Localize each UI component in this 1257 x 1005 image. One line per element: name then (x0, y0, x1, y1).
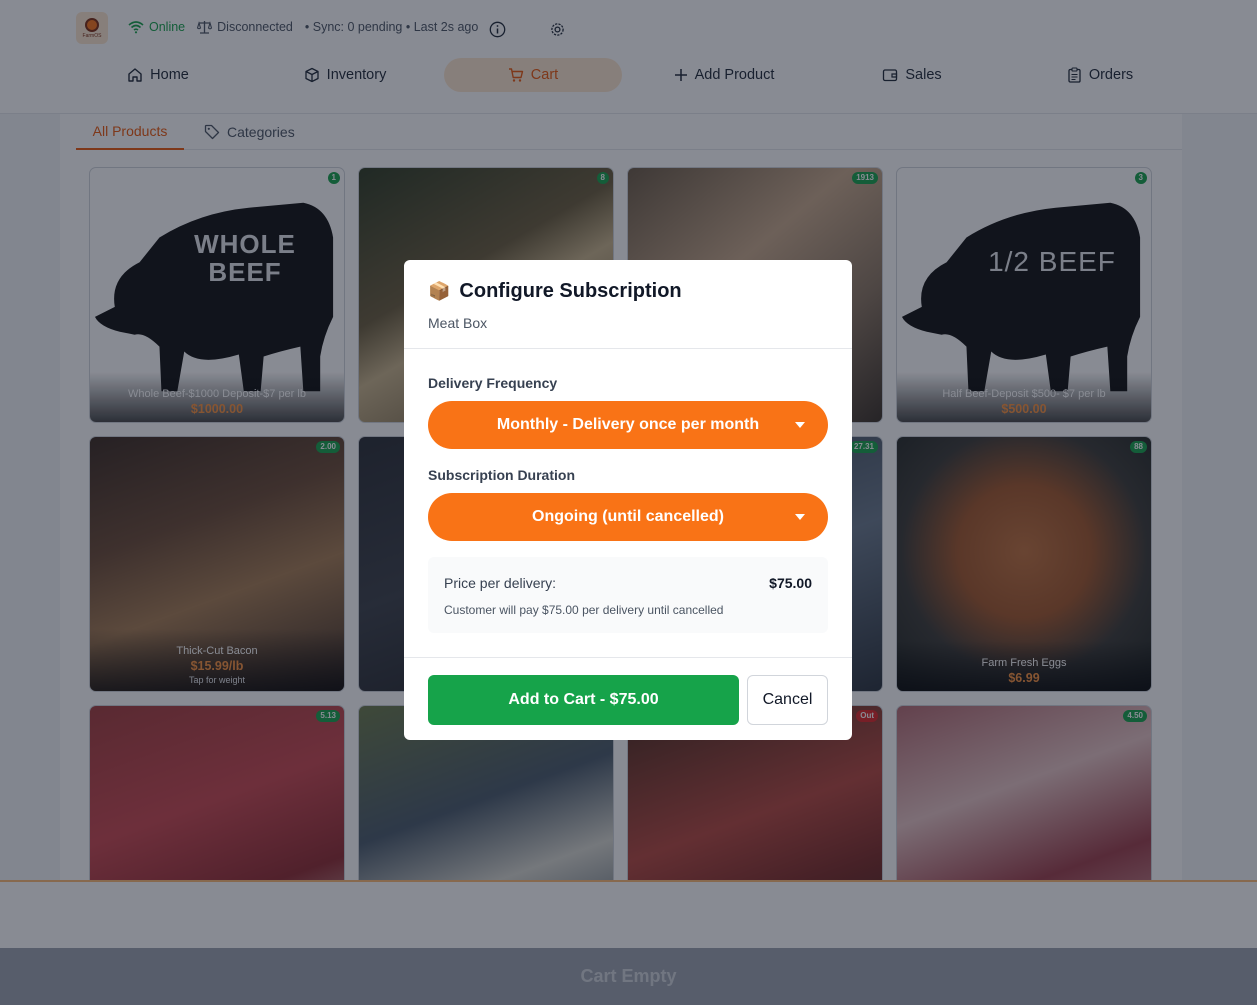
duration-select[interactable]: Ongoing (until cancelled) (428, 493, 828, 541)
price-per-delivery-label: Price per delivery: (444, 575, 557, 591)
dialog-footer: Add to Cart - $75.00 Cancel (404, 657, 852, 740)
dialog-title: 📦 Configure Subscription (428, 280, 682, 303)
price-note: Customer will pay $75.00 per delivery un… (444, 603, 724, 617)
frequency-label: Delivery Frequency (428, 375, 558, 391)
configure-subscription-dialog: 📦 Configure Subscription Meat Box Delive… (404, 260, 852, 740)
dialog-title-text: Configure Subscription (459, 280, 682, 302)
price-summary: Price per delivery: $75.00 Customer will… (428, 557, 828, 633)
frequency-select-value: Monthly - Delivery once per month (496, 416, 760, 433)
dialog-subtitle: Meat Box (428, 315, 488, 331)
dialog-header: 📦 Configure Subscription Meat Box (404, 260, 852, 349)
duration-label: Subscription Duration (428, 467, 575, 483)
duration-select-value: Ongoing (until cancelled) (532, 508, 724, 525)
package-icon: 📦 (428, 281, 451, 301)
cancel-button[interactable]: Cancel (747, 675, 828, 725)
frequency-select[interactable]: Monthly - Delivery once per month (428, 401, 828, 449)
chevron-down-icon (795, 422, 805, 428)
chevron-down-icon (795, 514, 805, 520)
price-per-delivery-value: $75.00 (769, 575, 812, 591)
add-to-cart-button[interactable]: Add to Cart - $75.00 (428, 675, 739, 725)
